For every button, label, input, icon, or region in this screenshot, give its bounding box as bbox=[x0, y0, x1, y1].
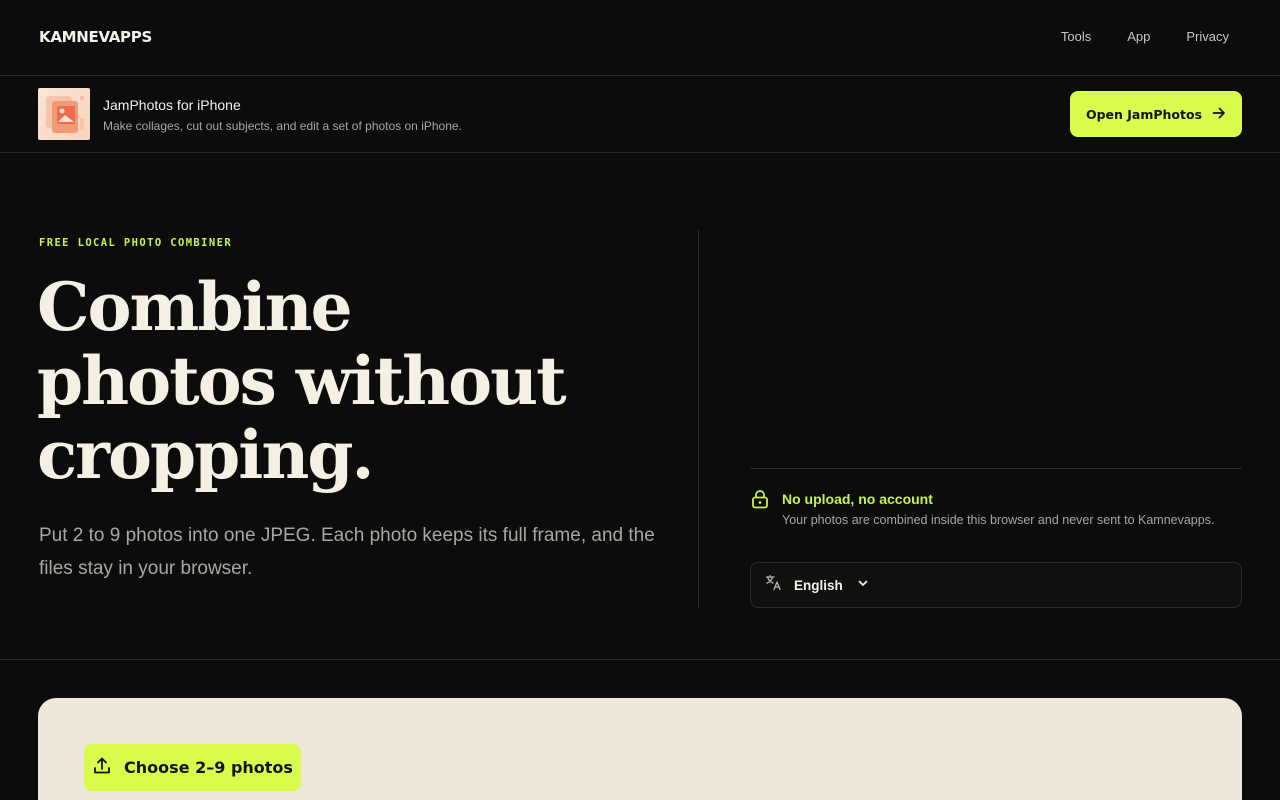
nav-link-privacy[interactable]: Privacy bbox=[1186, 29, 1229, 44]
privacy-divider bbox=[750, 468, 1242, 469]
upload-panel: Choose 2–9 photos bbox=[38, 698, 1242, 800]
app-promo-banner: JamPhotos for iPhone Make collages, cut … bbox=[0, 76, 1280, 153]
open-jamphotos-button[interactable]: Open JamPhotos bbox=[1070, 91, 1242, 137]
headline-line-3: cropping. bbox=[37, 416, 374, 494]
nav-link-tools[interactable]: Tools bbox=[1061, 29, 1091, 44]
choose-photos-label: Choose 2–9 photos bbox=[124, 758, 293, 777]
hero-headline: Combine photos without cropping. bbox=[37, 270, 677, 492]
brand-logo[interactable]: KAMNEVAPPS bbox=[39, 28, 152, 46]
headline-line-2: photos without bbox=[37, 342, 567, 420]
lock-icon bbox=[750, 489, 770, 514]
hero-eyebrow: FREE LOCAL PHOTO COMBINER bbox=[39, 237, 233, 249]
chevron-down-icon bbox=[857, 576, 869, 594]
app-promo-description: Make collages, cut out subjects, and edi… bbox=[103, 119, 462, 133]
nav-link-app[interactable]: App bbox=[1127, 29, 1150, 44]
choose-photos-button[interactable]: Choose 2–9 photos bbox=[84, 744, 301, 791]
open-jamphotos-label: Open JamPhotos bbox=[1085, 106, 1203, 122]
app-promo-title: JamPhotos for iPhone bbox=[103, 97, 241, 113]
language-label: English bbox=[794, 577, 843, 593]
top-nav: KAMNEVAPPS Tools App Privacy bbox=[0, 0, 1280, 76]
jamphotos-app-icon bbox=[38, 88, 90, 140]
nav-links: Tools App Privacy bbox=[1061, 29, 1229, 44]
arrow-right-icon bbox=[1212, 106, 1226, 123]
privacy-title: No upload, no account bbox=[782, 491, 933, 507]
vertical-divider bbox=[698, 230, 699, 608]
upload-icon bbox=[92, 756, 112, 780]
headline-line-1: Combine bbox=[37, 268, 353, 346]
section-divider bbox=[0, 659, 1280, 660]
privacy-description: Your photos are combined inside this bro… bbox=[782, 513, 1215, 527]
translate-icon bbox=[765, 574, 782, 596]
language-selector[interactable]: English bbox=[750, 562, 1242, 608]
hero-subtext: Put 2 to 9 photos into one JPEG. Each ph… bbox=[39, 525, 655, 579]
